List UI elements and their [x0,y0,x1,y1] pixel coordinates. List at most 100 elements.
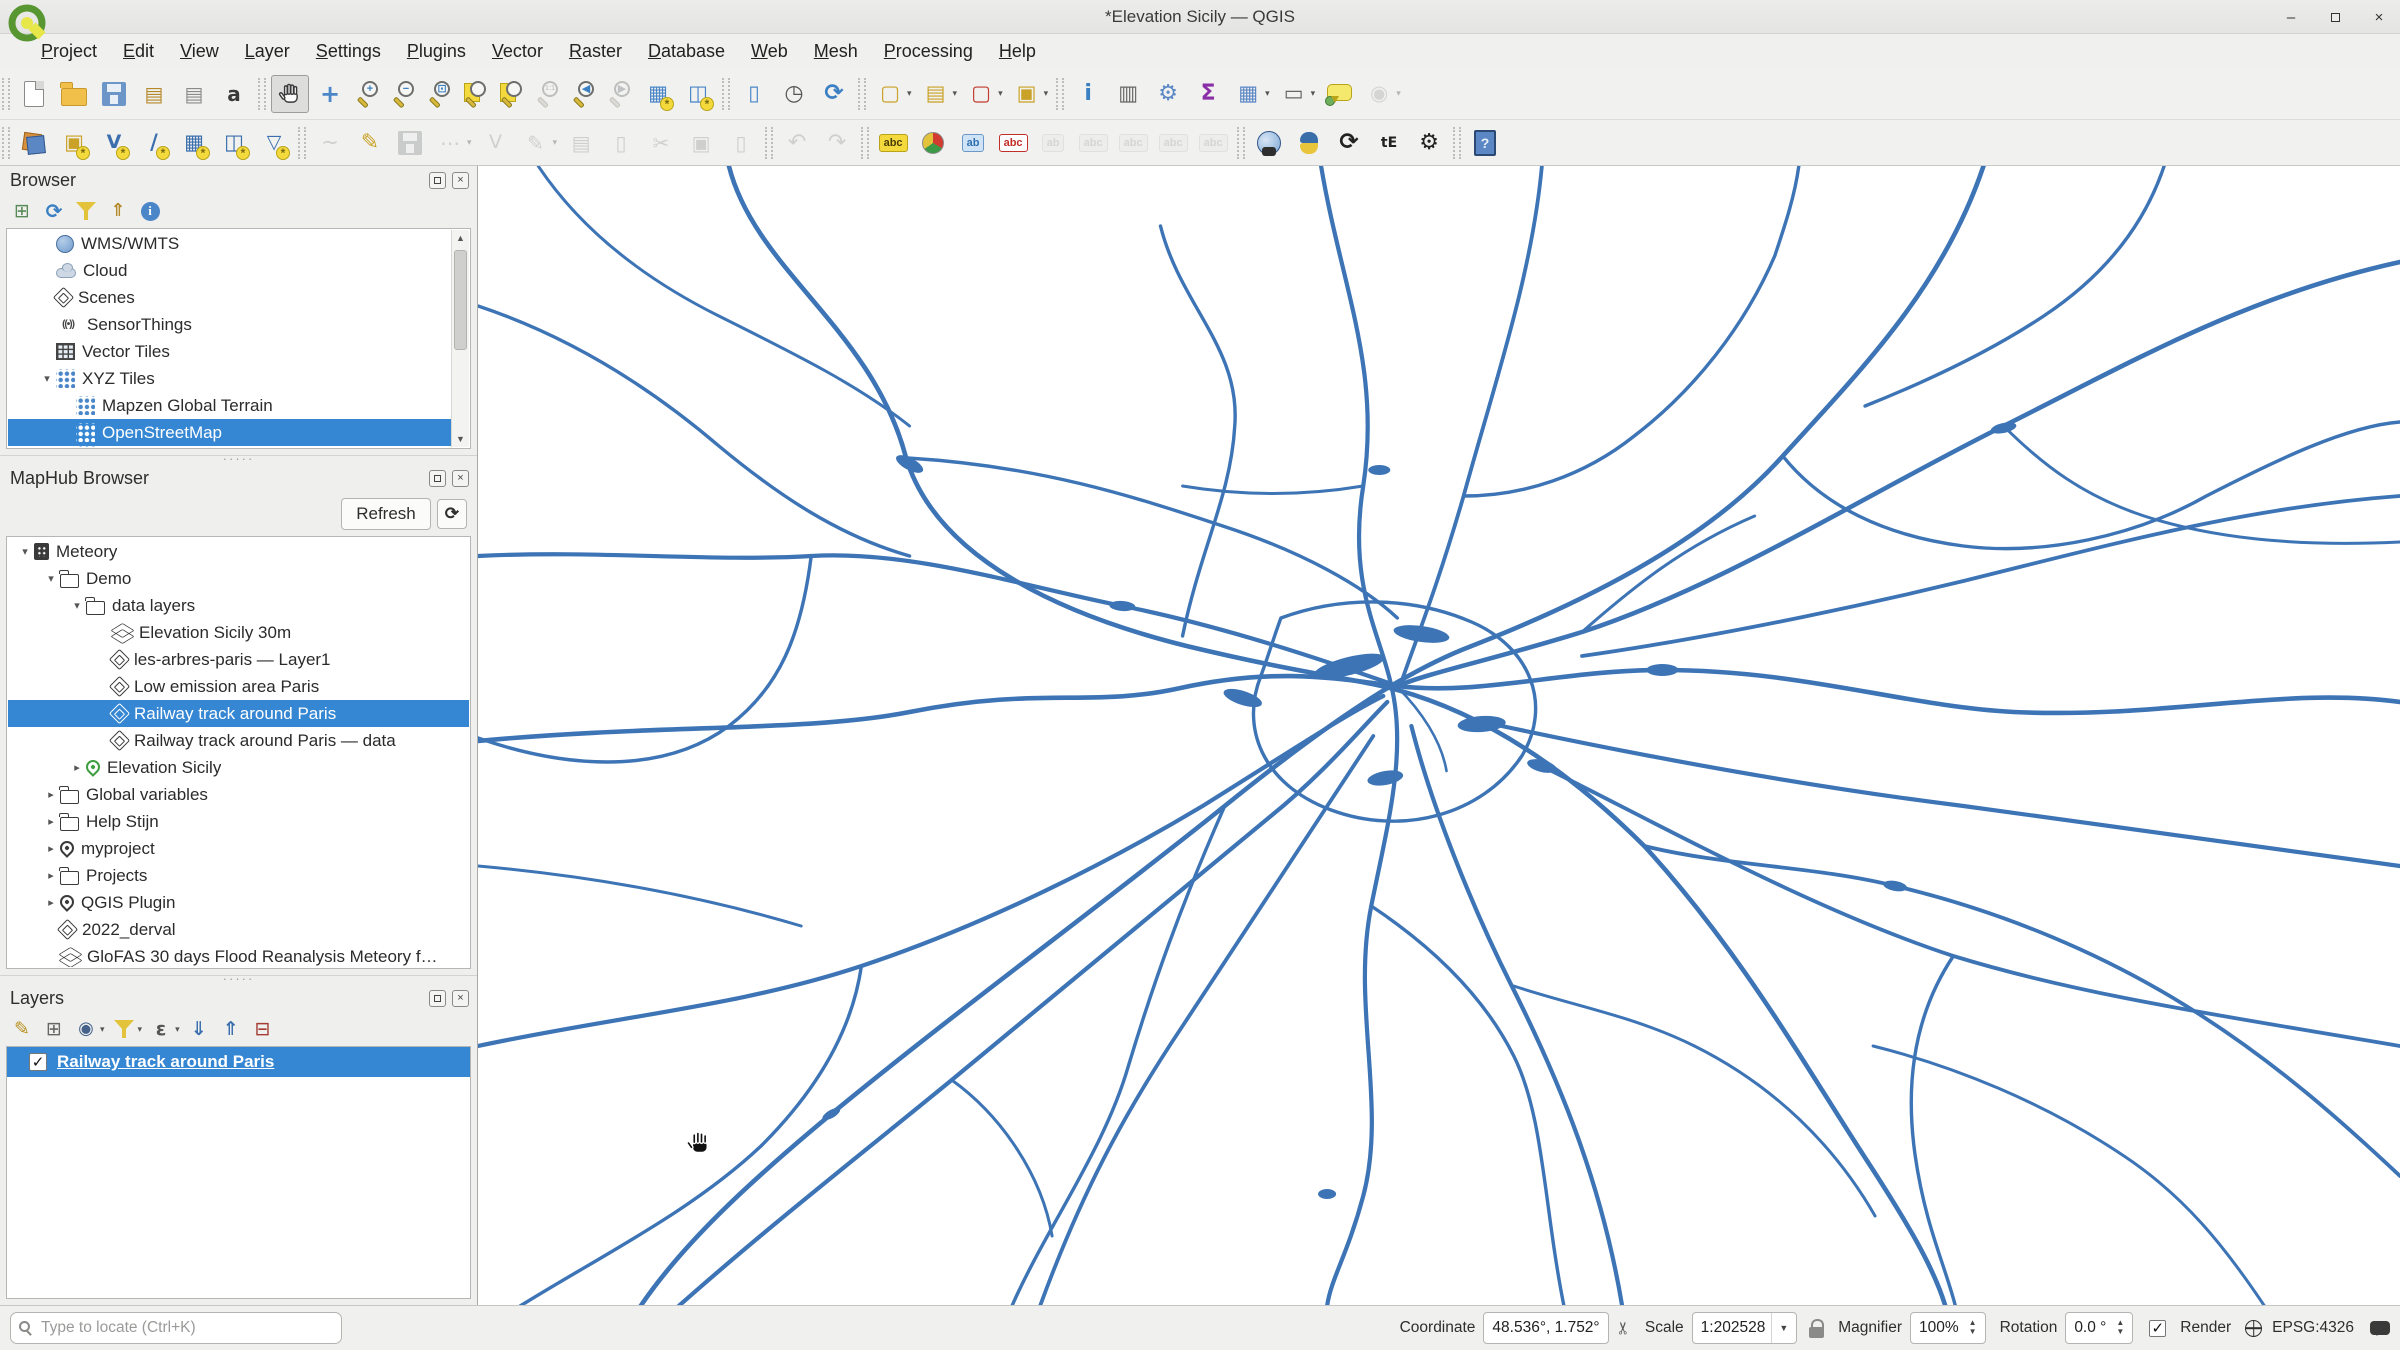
zoom-to-selection-button[interactable] [495,77,529,111]
tree-item-railway-track-around-paris-data[interactable]: Railway track around Paris — data [8,727,469,754]
menu-plugins[interactable]: Plugins [394,37,479,66]
tree-item-sensorthings[interactable]: ((•))SensorThings [8,311,451,338]
toolbar-grip[interactable] [298,127,306,159]
locate-input[interactable] [10,1312,342,1344]
menu-raster[interactable]: Raster [556,37,635,66]
coordinate-field[interactable]: 48.536°, 1.752° [1483,1312,1608,1344]
toolbar-grip[interactable] [722,78,730,110]
remove-layer-button[interactable]: ⊟ [249,1015,277,1043]
scroll-thumb[interactable] [454,250,467,350]
tree-item-wms-wmts[interactable]: WMS/WMTS [8,230,451,257]
filter-by-expression-button[interactable]: ε▾ [147,1015,181,1043]
tree-item-meteory[interactable]: ▾Meteory [8,538,469,565]
tree-expander-icon[interactable]: ▸ [68,761,86,774]
tree-expander-icon[interactable]: ▾ [16,545,34,558]
no-labels-button[interactable]: abc [994,124,1032,162]
toolbar-grip[interactable] [1453,127,1461,159]
chevron-down-icon[interactable]: ▼ [1771,1313,1788,1343]
toggle-editing-button[interactable]: ✎ [351,124,389,162]
chevron-down-icon[interactable]: ▾ [1396,88,1401,99]
tree-item-myproject[interactable]: ▸myproject [8,835,469,862]
toolbar-grip[interactable] [1237,127,1245,159]
pin-labels-button[interactable]: ab [954,124,992,162]
tree-expander-icon[interactable]: ▾ [68,599,86,612]
tree-item-help-stijn[interactable]: ▸Help Stijn [8,808,469,835]
deselect-features-button[interactable]: ▢▾ [962,75,1006,113]
tree-expander-icon[interactable]: ▾ [38,372,56,385]
toolbar-grip[interactable] [861,127,869,159]
browser-filter-button[interactable] [72,197,100,225]
magnifier-spinbox[interactable]: 100% ▲▼ [1910,1312,1986,1344]
new-shapefile-layer-button[interactable]: V [95,124,133,162]
tree-item-qgis-plugin[interactable]: ▸QGIS Plugin [8,889,469,916]
menu-mesh[interactable]: Mesh [801,37,871,66]
browser-add-selected-layers-button[interactable]: ⊞ [8,197,36,225]
identify-features-button[interactable]: i [1069,75,1107,113]
zoom-out-button[interactable]: − [387,77,421,111]
statistical-summary-button[interactable]: Σ [1189,75,1227,113]
temporal-controller-button[interactable]: ◷ [775,75,813,113]
close-button[interactable]: × [2368,6,2390,28]
tree-item-elevation-sicily-30m[interactable]: Elevation Sicily 30m [8,619,469,646]
tree-expander-icon[interactable]: ▸ [42,842,60,855]
scroll-up-icon[interactable]: ▲ [452,230,469,246]
chevron-down-icon[interactable]: ▾ [553,137,558,148]
tree-item-scenes[interactable]: Scenes [8,284,451,311]
map-tips-button[interactable] [1320,75,1358,113]
tree-expander-icon[interactable]: ▸ [42,788,60,801]
pan-to-selection-button[interactable]: + [311,75,349,113]
select-features-button[interactable]: ▢▾ [871,75,915,113]
select-by-form-button[interactable]: ▣▾ [1008,75,1052,113]
menu-processing[interactable]: Processing [871,37,986,66]
plugin-tree-button[interactable]: tE [1370,124,1408,162]
new-project-button[interactable] [15,75,53,113]
lock-scale-icon[interactable] [1809,1327,1824,1338]
tree-item-openstreetmap[interactable]: OpenStreetMap [8,419,451,446]
toolbar-grip[interactable] [858,78,866,110]
open-attribute-table-button[interactable]: ▦▾ [1229,75,1273,113]
processing-toolbox-button[interactable]: ⚙ [1149,75,1187,113]
menu-layer[interactable]: Layer [232,37,303,66]
tree-item-mapzen-global-terrain[interactable]: Mapzen Global Terrain [8,392,451,419]
open-layer-styling-button[interactable]: ✎ [8,1015,36,1043]
add-group-button[interactable]: ⊞ [40,1015,68,1043]
zoom-full-extent-button[interactable]: ⊡ [423,77,457,111]
toolbar-grip[interactable] [765,127,773,159]
expand-all-layers-button[interactable]: ⇓ [185,1015,213,1043]
toolbar-grip[interactable] [2,78,10,110]
chevron-down-icon[interactable]: ▾ [998,88,1003,99]
tree-item-les-arbres-paris-layer1[interactable]: les-arbres-paris — Layer1 [8,646,469,673]
menu-web[interactable]: Web [738,37,801,66]
filter-legend-button[interactable]: ▾ [110,1015,144,1043]
chevron-down-icon[interactable]: ▾ [467,137,472,148]
maphub-refresh-icon-button[interactable]: ⟳ [437,499,467,529]
tree-item-2022-derval[interactable]: 2022_derval [8,916,469,943]
maphub-undock-button[interactable] [429,470,446,487]
panel-splitter[interactable]: ····· [0,456,477,464]
browser-refresh-button[interactable]: ⟳ [40,197,68,225]
toolbar-grip[interactable] [1056,78,1064,110]
new-gpx-layer-button[interactable]: ▽ [255,124,293,162]
tree-item-vector-tiles[interactable]: Vector Tiles [8,338,451,365]
maphub-refresh-button[interactable]: Refresh [341,498,431,530]
tree-item-demo[interactable]: ▾Demo [8,565,469,592]
layer-labeling-button[interactable]: abc [874,124,912,162]
spinner-arrows-icon[interactable]: ▲▼ [1969,1319,1977,1337]
tree-item-railway-track-around-paris[interactable]: Railway track around Paris [8,700,469,727]
layers-undock-button[interactable] [429,990,446,1007]
new-print-layout-button[interactable]: ▤ [135,75,173,113]
tree-item-glofas-30-days-flood-reanalysis-meteory-[interactable]: GloFAS 30 days Flood Reanalysis Meteory … [8,943,469,967]
scale-combo[interactable]: 1:202528 ▼ [1692,1312,1798,1344]
layer-visibility-checkbox[interactable]: ✓ [29,1053,47,1071]
layer-item-railway-track-around-paris[interactable]: ✓Railway track around Paris [7,1047,470,1077]
zoom-to-layer-button[interactable] [459,77,493,111]
messages-icon[interactable] [2370,1321,2390,1335]
chevron-down-icon[interactable]: ▾ [138,1024,143,1035]
new-mesh-layer-button[interactable]: ◫ [215,124,253,162]
menu-settings[interactable]: Settings [303,37,394,66]
menu-view[interactable]: View [167,37,232,66]
tree-item-data-layers[interactable]: ▾data layers [8,592,469,619]
browser-undock-button[interactable] [429,172,446,189]
browser-scrollbar[interactable]: ▲ ▼ [451,230,469,447]
chevron-down-icon[interactable]: ▾ [1044,88,1049,99]
